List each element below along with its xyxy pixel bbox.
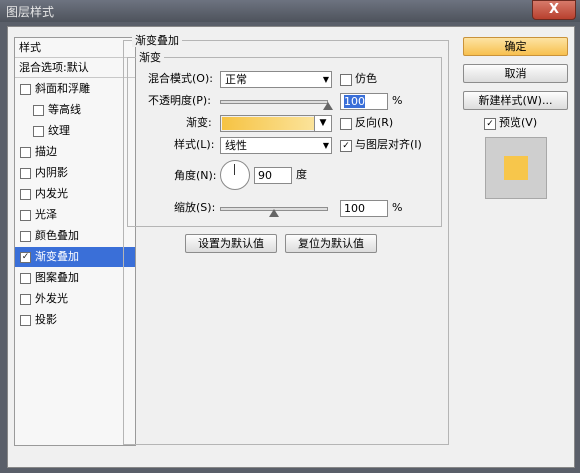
title-bar[interactable]: 图层样式 X (0, 0, 580, 22)
inner-glow-checkbox[interactable] (20, 189, 31, 200)
gradient-style-select[interactable]: 线性 ▼ (220, 137, 332, 154)
sidebar-item-label: 等高线 (48, 103, 81, 116)
style-list: 样式 混合选项:默认 斜面和浮雕 等高线 纹理 描边 内阴影 内发光 光泽 颜色… (14, 37, 136, 446)
stroke-checkbox[interactable] (20, 147, 31, 158)
outer-glow-checkbox[interactable] (20, 294, 31, 305)
sidebar-item-label: 外发光 (35, 292, 68, 305)
gradient-picker[interactable]: ▼ (220, 115, 332, 132)
scale-value: 100 (344, 202, 365, 215)
blend-mode-select[interactable]: 正常 ▼ (220, 71, 332, 88)
angle-label: 角度(N): (174, 169, 217, 182)
scale-unit: % (392, 201, 403, 214)
sidebar-item-label: 投影 (35, 313, 57, 326)
dither-checkbox[interactable] (340, 74, 352, 86)
chevron-down-icon: ▼ (322, 75, 329, 84)
reset-default-button[interactable]: 复位为默认值 (285, 234, 377, 253)
align-layer-checkbox[interactable]: ✓ (340, 140, 352, 152)
sidebar-item-satin[interactable]: 光泽 (15, 205, 135, 225)
reverse-label: 反向(R) (355, 116, 394, 129)
blend-mode-value: 正常 (225, 73, 247, 86)
opacity-input[interactable]: 100 (340, 93, 388, 110)
sidebar-item-label: 斜面和浮雕 (35, 82, 90, 95)
sidebar-item-label: 颜色叠加 (35, 229, 79, 242)
style-preview (485, 137, 547, 199)
preview-label: 预览(V) (499, 116, 538, 129)
opacity-unit: % (392, 94, 403, 107)
sidebar-item-label: 内阴影 (35, 166, 68, 179)
texture-checkbox[interactable] (33, 126, 44, 137)
cancel-button[interactable]: 取消 (463, 64, 568, 83)
scale-slider-thumb[interactable] (269, 209, 279, 217)
new-style-button[interactable]: 新建样式(W)... (463, 91, 568, 110)
gradient-preview[interactable] (222, 117, 314, 130)
sidebar-item-inner-glow[interactable]: 内发光 (15, 184, 135, 204)
blend-mode-label: 混合模式(O): (148, 72, 213, 85)
sidebar-item-pattern-overlay[interactable]: 图案叠加 (15, 268, 135, 288)
chevron-down-icon[interactable]: ▼ (314, 116, 331, 131)
bevel-emboss-checkbox[interactable] (20, 84, 31, 95)
opacity-slider[interactable] (220, 100, 328, 104)
color-overlay-checkbox[interactable] (20, 231, 31, 242)
align-layer-label: 与图层对齐(I) (355, 138, 422, 151)
sidebar-item-gradient-overlay[interactable]: ✓ 渐变叠加 (15, 247, 135, 267)
preview-swatch (504, 156, 528, 180)
sidebar-item-outer-glow[interactable]: 外发光 (15, 289, 135, 309)
chevron-down-icon: ▼ (322, 141, 329, 150)
section-title: 渐变叠加 (132, 34, 182, 47)
sidebar-item-contour[interactable]: 等高线 (15, 100, 135, 120)
angle-dial[interactable] (220, 160, 250, 190)
sidebar-item-label: 纹理 (48, 124, 70, 137)
gradient-style-value: 线性 (225, 139, 247, 152)
angle-unit: 度 (296, 168, 307, 181)
preview-checkbox[interactable]: ✓ (484, 118, 496, 130)
sidebar-item-bevel-emboss[interactable]: 斜面和浮雕 (15, 79, 135, 99)
gradient-subgroup: 渐变 混合模式(O): 正常 ▼ 仿色 不透明度(P): 100 % 渐变: ▼… (127, 51, 442, 227)
sidebar-item-drop-shadow[interactable]: 投影 (15, 310, 135, 330)
style-label: 样式(L): (174, 138, 215, 151)
inner-shadow-checkbox[interactable] (20, 168, 31, 179)
sidebar-item-label: 内发光 (35, 187, 68, 200)
drop-shadow-checkbox[interactable] (20, 315, 31, 326)
sidebar-item-label: 图案叠加 (35, 271, 79, 284)
dither-label: 仿色 (355, 72, 377, 85)
sidebar-item-stroke[interactable]: 描边 (15, 142, 135, 162)
opacity-value: 100 (344, 95, 365, 108)
angle-input[interactable]: 90 (254, 167, 292, 184)
reverse-checkbox[interactable] (340, 118, 352, 130)
scale-input[interactable]: 100 (340, 200, 388, 217)
layer-style-dialog: 图层样式 X 样式 混合选项:默认 斜面和浮雕 等高线 纹理 描边 内阴影 内发… (0, 0, 580, 473)
satin-checkbox[interactable] (20, 210, 31, 221)
angle-dial-hand (234, 164, 235, 175)
opacity-label: 不透明度(P): (148, 94, 211, 107)
subsection-title: 渐变 (136, 51, 164, 64)
sidebar-item-texture[interactable]: 纹理 (15, 121, 135, 141)
gradient-label: 渐变: (186, 116, 212, 129)
dialog-body: 样式 混合选项:默认 斜面和浮雕 等高线 纹理 描边 内阴影 内发光 光泽 颜色… (7, 26, 575, 468)
scale-label: 缩放(S): (174, 201, 216, 214)
sidebar-item-label: 渐变叠加 (35, 250, 79, 263)
gradient-overlay-group: 渐变叠加 渐变 混合模式(O): 正常 ▼ 仿色 不透明度(P): 100 % … (123, 34, 449, 445)
pattern-overlay-checkbox[interactable] (20, 273, 31, 284)
close-button[interactable]: X (532, 0, 576, 20)
sidebar-item-color-overlay[interactable]: 颜色叠加 (15, 226, 135, 246)
contour-checkbox[interactable] (33, 105, 44, 116)
window-title: 图层样式 (6, 5, 55, 19)
sidebar-item-inner-shadow[interactable]: 内阴影 (15, 163, 135, 183)
gradient-overlay-checkbox[interactable]: ✓ (20, 252, 31, 263)
style-list-header[interactable]: 样式 (15, 38, 135, 58)
set-default-button[interactable]: 设置为默认值 (185, 234, 277, 253)
angle-value: 90 (258, 169, 272, 182)
blend-options-item[interactable]: 混合选项:默认 (15, 58, 135, 78)
ok-button[interactable]: 确定 (463, 37, 568, 56)
sidebar-item-label: 描边 (35, 145, 57, 158)
opacity-slider-thumb[interactable] (323, 102, 333, 110)
sidebar-item-label: 光泽 (35, 208, 57, 221)
